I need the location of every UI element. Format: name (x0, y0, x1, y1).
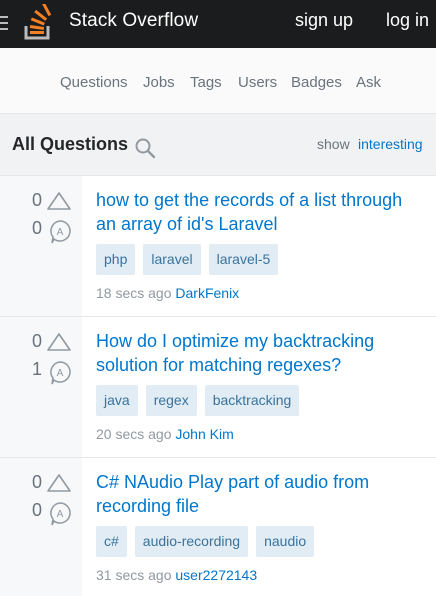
nav-ask[interactable]: Ask (356, 74, 381, 91)
tag-laravel[interactable]: laravel (143, 244, 201, 275)
answer-count: 0 (32, 500, 43, 520)
vote-count: 0 (32, 331, 43, 351)
main-nav: Questions Jobs Tags Users Badges Ask (0, 48, 436, 114)
question-item: 0 0 A how to get the records of a list t… (0, 176, 436, 317)
question-item: 0 0 A C# NAudio Play part of audio from … (0, 458, 436, 596)
question-title[interactable]: how to get the records of a list through… (96, 188, 426, 236)
tag-list: c# audio-recording naudio (96, 526, 322, 557)
svg-text:A: A (57, 368, 64, 379)
question-item: 0 1 A How do I optimize my backtracking … (0, 317, 436, 458)
answer-bubble-icon: A (50, 220, 71, 244)
vote-count: 0 (32, 472, 43, 492)
tag-laravel-5[interactable]: laravel-5 (208, 244, 279, 275)
time-ago: 31 secs ago (96, 567, 172, 583)
question-meta: 20 secs ago John Kim (96, 426, 234, 442)
time-ago: 18 secs ago (96, 285, 172, 301)
sign-up-link[interactable]: sign up (295, 10, 353, 31)
hamburger-icon[interactable] (0, 16, 8, 30)
tag-regex[interactable]: regex (145, 385, 197, 416)
answer-count: 1 (32, 359, 43, 379)
question-meta: 18 secs ago DarkFenix (96, 285, 239, 301)
vote-up-icon (47, 333, 71, 351)
tag-naudio[interactable]: naudio (256, 526, 315, 557)
stack-overflow-logo[interactable] (24, 4, 54, 40)
tag-backtracking[interactable]: backtracking (204, 385, 300, 416)
tag-php[interactable]: php (96, 244, 136, 275)
time-ago: 20 secs ago (96, 426, 172, 442)
answer-bubble-icon: A (50, 502, 71, 526)
nav-questions[interactable]: Questions (60, 74, 128, 91)
brand-name[interactable]: Stack Overflow (69, 10, 198, 32)
user-link[interactable]: user2272143 (175, 567, 257, 583)
nav-badges[interactable]: Badges (291, 74, 342, 91)
question-title[interactable]: How do I optimize my backtracking soluti… (96, 329, 426, 377)
question-meta: 31 secs ago user2272143 (96, 567, 257, 583)
vote-up-icon (47, 474, 71, 492)
vote-up-icon (47, 192, 71, 210)
top-bar: Stack Overflow sign up log in (0, 0, 436, 48)
search-icon[interactable] (134, 137, 156, 159)
tag-audio-recording[interactable]: audio-recording (134, 526, 249, 557)
user-link[interactable]: John Kim (175, 426, 233, 442)
answer-count: 0 (32, 218, 43, 238)
page-title: All Questions (12, 134, 129, 154)
user-link[interactable]: DarkFenix (175, 285, 239, 301)
log-in-link[interactable]: log in (386, 10, 429, 31)
svg-text:A: A (57, 227, 64, 238)
vote-count: 0 (32, 190, 43, 210)
svg-text:A: A (57, 509, 64, 520)
tag-java[interactable]: java (96, 385, 138, 416)
show-filter-link[interactable]: interesting (358, 136, 423, 152)
tag-list: php laravel laravel-5 (96, 244, 286, 275)
nav-tags[interactable]: Tags (190, 74, 222, 91)
nav-users[interactable]: Users (238, 74, 277, 91)
tag-csharp[interactable]: c# (96, 526, 127, 557)
tag-list: java regex backtracking (96, 385, 307, 416)
nav-jobs[interactable]: Jobs (143, 74, 175, 91)
question-title[interactable]: C# NAudio Play part of audio from record… (96, 470, 426, 518)
answer-bubble-icon: A (50, 361, 71, 385)
show-label: show (317, 136, 350, 152)
